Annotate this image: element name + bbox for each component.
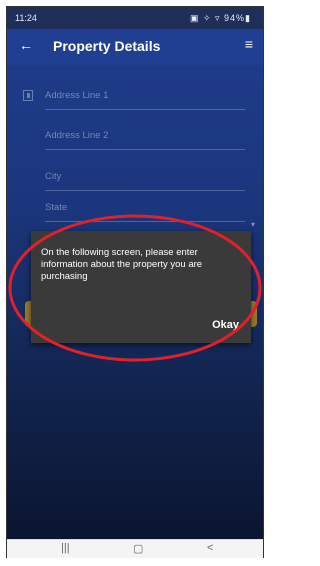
state-placeholder: State — [45, 202, 68, 213]
dialog-message: On the following screen, please enter in… — [41, 247, 203, 282]
address-line-2-field[interactable]: Address Line 2 — [45, 123, 245, 150]
chevron-down-icon[interactable]: ▾ — [251, 220, 255, 229]
home-icon[interactable]: ▢ — [133, 542, 143, 555]
phone-frame: 11:24 ▣ ✧ ▿ 94%▮ ← Property Details ≡ Ad… — [6, 6, 264, 558]
hamburger-menu-icon[interactable]: ≡ — [245, 36, 253, 52]
status-bar: 11:24 ▣ ✧ ▿ 94%▮ — [7, 7, 263, 29]
back-icon[interactable]: < — [207, 542, 213, 554]
system-nav-bar: ||| ▢ < — [7, 539, 263, 558]
city-placeholder: City — [45, 171, 62, 182]
arrow-left-icon[interactable]: ← — [19, 37, 33, 53]
recents-icon[interactable]: ||| — [61, 542, 70, 554]
city-field[interactable]: City — [45, 164, 245, 191]
app-screen: 11:24 ▣ ✧ ▿ 94%▮ ← Property Details ≡ Ad… — [7, 7, 263, 539]
okay-button[interactable]: Okay — [212, 319, 239, 331]
address-line-1-placeholder: Address Line 1 — [45, 90, 109, 101]
status-time: 11:24 — [15, 13, 37, 23]
app-bar: ← Property Details ≡ — [7, 29, 263, 65]
address-icon — [23, 90, 33, 101]
status-icons: ▣ ✧ ▿ 94%▮ — [189, 13, 251, 23]
page-title: Property Details — [53, 38, 161, 54]
info-dialog: On the following screen, please enter in… — [31, 231, 251, 343]
address-line-1-field[interactable]: Address Line 1 — [45, 83, 245, 110]
state-field[interactable]: State — [45, 195, 245, 222]
address-line-2-placeholder: Address Line 2 — [45, 130, 109, 141]
